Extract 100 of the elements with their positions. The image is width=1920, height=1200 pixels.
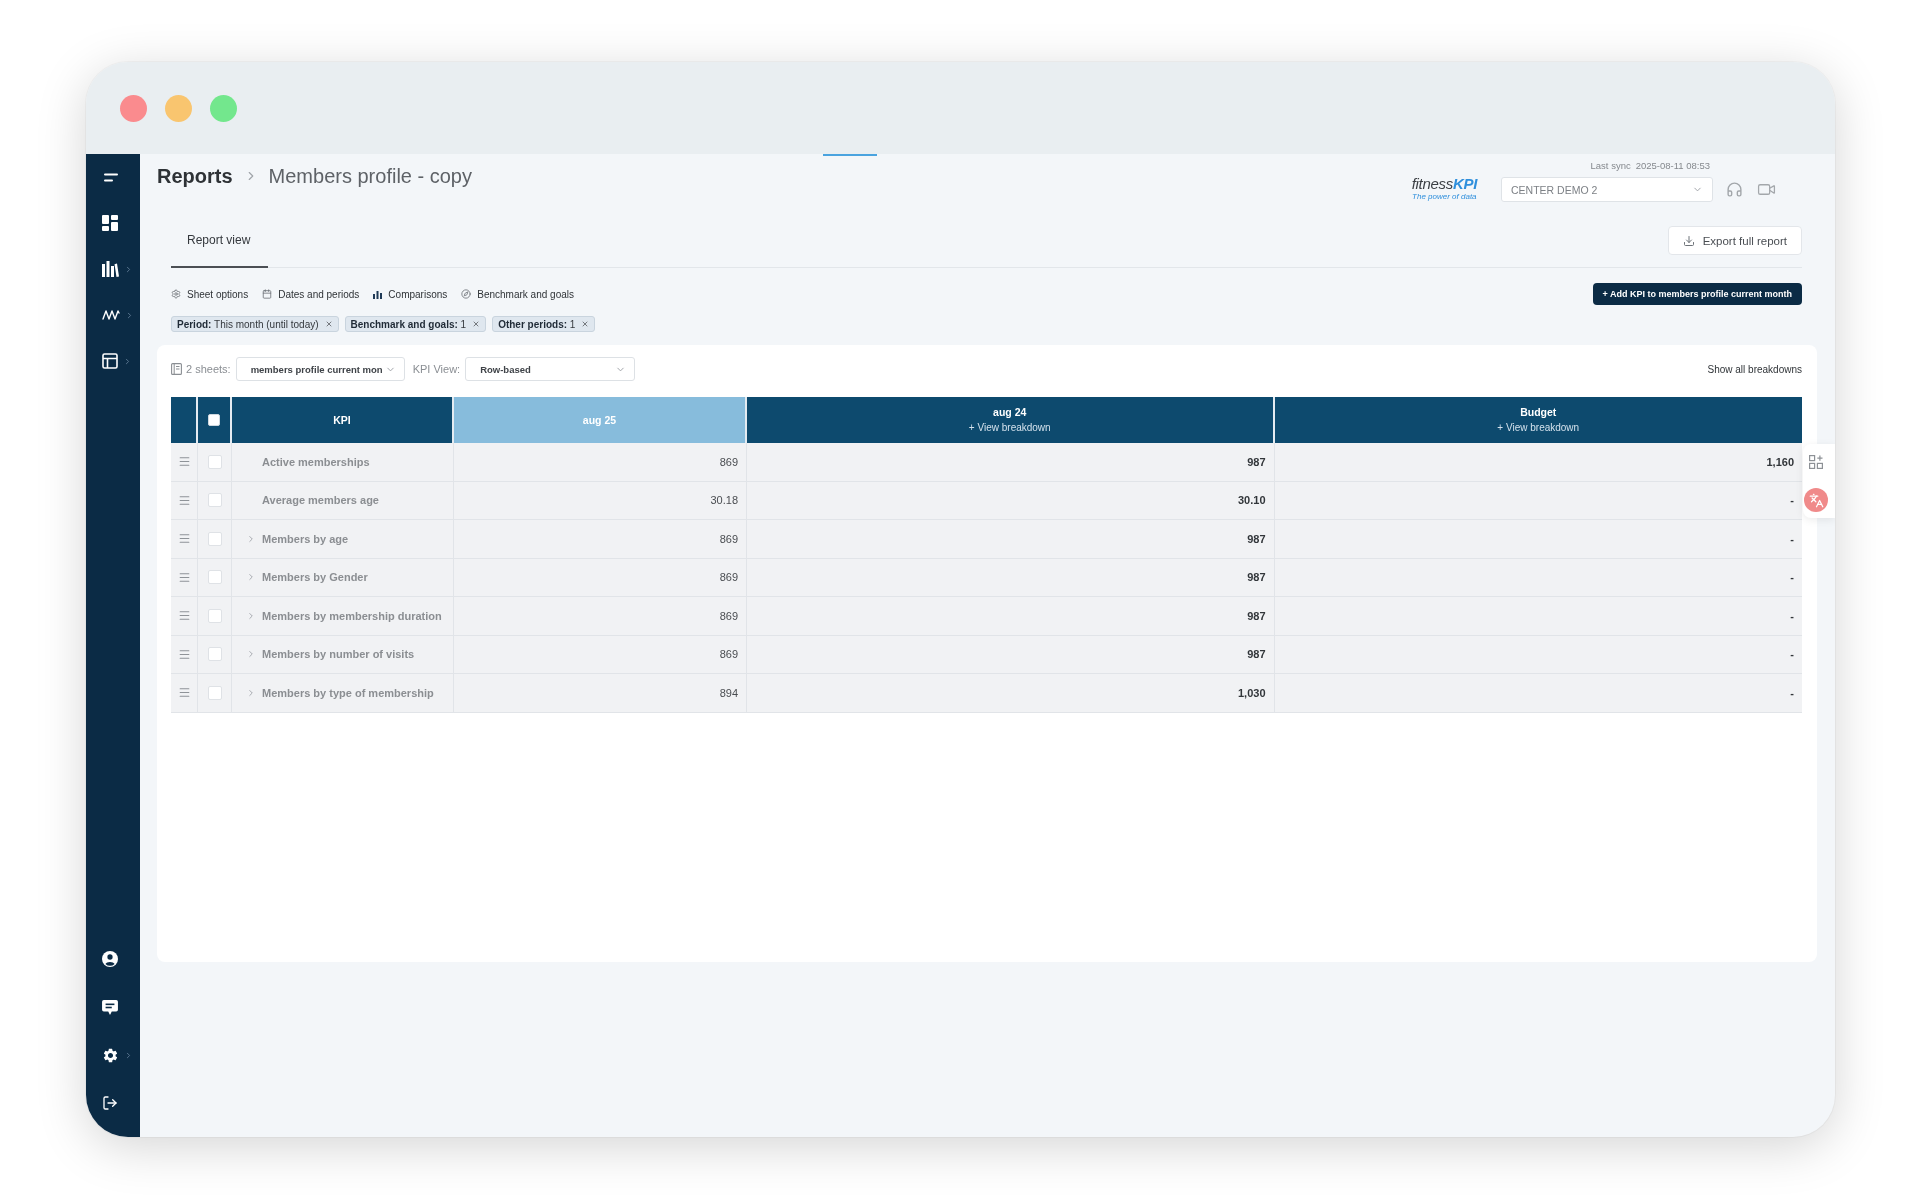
kpi-name: Members by age [262,532,349,545]
column-title: KPI [333,414,351,426]
chat-icon [102,999,118,1015]
bar-chart-icon [373,289,383,299]
dashboard-icon [102,215,118,231]
headphones-icon[interactable] [1726,180,1743,198]
accent-line [823,154,877,156]
show-all-link[interactable]: Show all breakdowns [1707,363,1802,375]
column-title: Budget [1520,406,1557,418]
table-cell-text: - [1789,493,1795,509]
kpi-name: Members by Gender [262,571,368,584]
sheet-select[interactable]: members profile current mon [235,357,405,381]
chevron-icon[interactable] [246,610,256,621]
add-kpi-button[interactable]: + Add KPI to members profile current month [1592,283,1802,305]
view-label: KPI View: [412,363,461,375]
close-icon[interactable] [324,320,333,328]
table-cell: 894 [454,674,747,712]
close-icon[interactable] [581,320,590,328]
chevron-icon[interactable] [246,649,256,660]
option-button[interactable]: Comparisons [373,288,448,300]
view-breakdown-link[interactable]: + View breakdown [1497,422,1580,434]
table-cell-text: - [1789,570,1795,586]
filter-label: Period: This month (until today) [177,318,319,330]
table-cell-text: - [1789,531,1795,547]
tab[interactable]: Report view [171,214,269,268]
table-cell-text: - [1789,647,1795,663]
table-cell: 987 [747,520,1275,558]
menu-icon [104,172,118,182]
download-icon [1682,234,1695,247]
gear-icon [171,289,181,299]
checkbox[interactable] [207,493,222,508]
close-icon[interactable] [472,320,481,328]
translate-icon[interactable] [1804,488,1828,512]
compass-icon [461,289,472,299]
checkbox[interactable] [207,685,222,700]
drag-handle-icon[interactable] [177,570,191,584]
user-icon [102,951,118,967]
kpi-name: Members by number of visits [262,648,415,661]
column-title: aug 24 [993,406,1027,418]
chevron-icon[interactable] [246,533,256,544]
table-cell-text: - [1789,685,1795,701]
sync-label: Last sync [1590,159,1631,172]
kpi-name: Members by type of membership [262,686,434,699]
option-button[interactable]: Benchmark and goals [461,288,574,300]
drag-handle-icon[interactable] [177,647,191,661]
table-cell: 869 [454,558,747,596]
table-cell: 987 [747,597,1275,635]
table-cell: 987 [747,635,1275,673]
table-cell: 30.10 [747,481,1275,519]
checkbox[interactable] [207,570,222,585]
logo-tagline: The power of data [1412,192,1477,201]
export-button[interactable]: Export full report [1667,226,1802,255]
drag-handle-icon[interactable] [177,686,191,700]
table-cell-text: - [1789,608,1795,624]
chevron-icon [125,310,134,320]
sheets-label: 2 sheets: [186,363,231,375]
table-cell-text: 1,160 [1765,454,1795,470]
notebook-icon [171,363,182,375]
option-button[interactable]: Dates and periods [262,288,360,300]
chevron-icon [124,264,133,274]
drag-handle-icon[interactable] [177,609,191,623]
column-title: aug 25 [582,414,617,426]
table-cell: 1,030 [747,674,1275,712]
drag-handle-icon[interactable] [177,455,191,469]
bars-icon [102,261,119,277]
table-cell: 869 [454,443,747,481]
page-title: Members profile - copy [268,164,472,188]
chevron-icon [123,356,132,366]
option-button[interactable]: Sheet options [171,288,249,300]
view-breakdown-link[interactable]: + View breakdown [968,422,1051,434]
kpi-name: Members by membership duration [262,609,442,622]
kpi-name: Average members age [262,494,379,507]
checkbox[interactable] [207,647,222,662]
checkbox[interactable] [207,454,222,469]
sync-time: 2025-08-11 08:53 [1635,159,1710,172]
logo-text: fitnessKPI [1411,176,1477,192]
logout-icon [102,1095,118,1111]
window-close-button[interactable] [120,94,147,122]
chevron-icon [124,1050,133,1060]
filter-label: Other periods: 1 [498,318,576,330]
checkbox[interactable] [207,531,222,546]
zigzag-icon [102,310,120,320]
table-icon [102,353,118,369]
checkbox[interactable] [208,414,220,426]
filter-label: Benchmark and goals: 1 [350,318,467,330]
view-select[interactable]: Row-based [465,357,636,381]
settings-icon [102,1046,119,1064]
table-cell: 30.18 [454,481,747,519]
chevron-icon[interactable] [246,687,256,698]
table-cell: 869 [454,635,747,673]
chevron-icon[interactable] [246,572,256,583]
breadcrumb-link[interactable]: Reports [157,164,233,188]
table-cell: 869 [454,520,747,558]
table-cell: 869 [454,597,747,635]
kpi-name: Active memberships [262,455,370,468]
table-cell: 987 [747,558,1275,596]
drag-handle-icon[interactable] [177,493,191,507]
center-select[interactable]: CENTER DEMO 2 [1501,177,1713,202]
checkbox[interactable] [207,608,222,623]
drag-handle-icon[interactable] [177,532,191,546]
